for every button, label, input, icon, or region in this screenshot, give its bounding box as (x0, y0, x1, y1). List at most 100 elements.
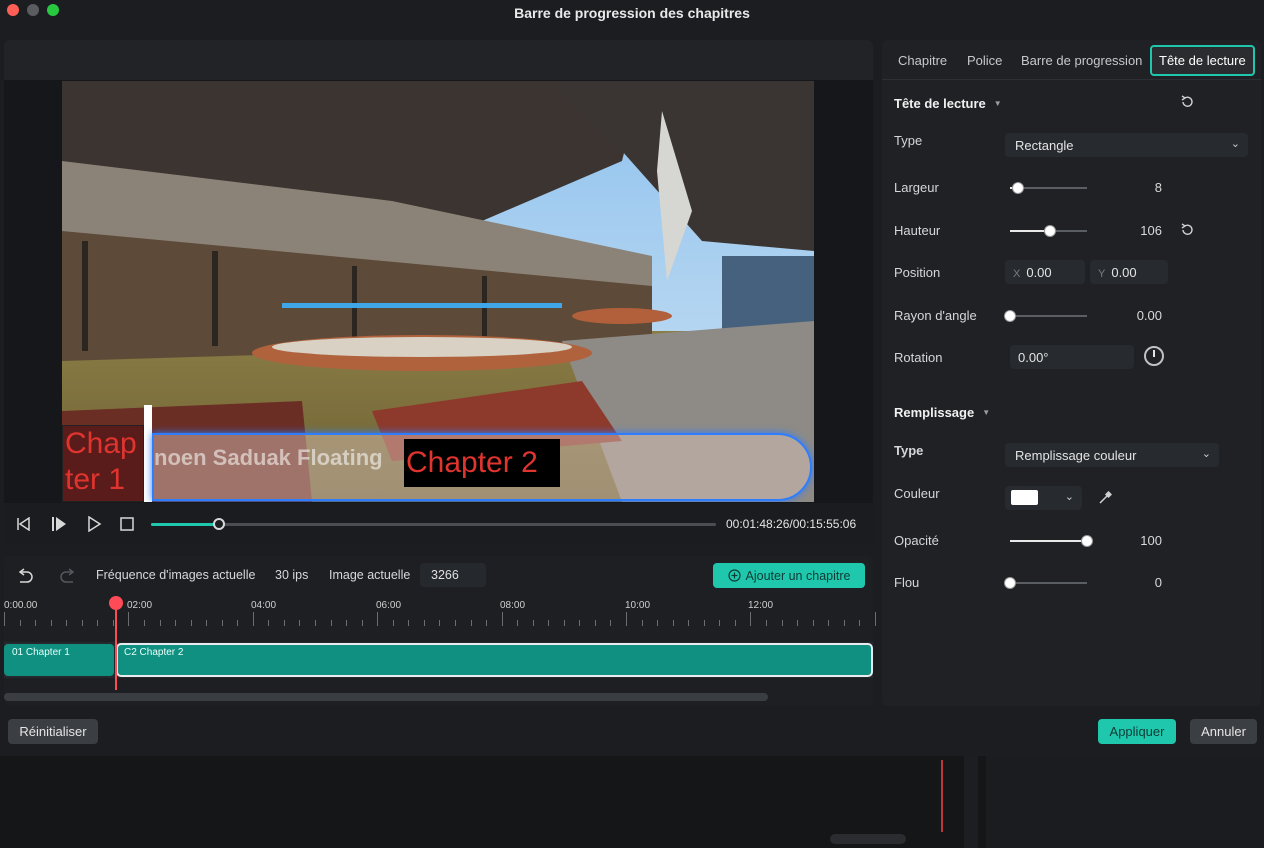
reset-icon (1181, 223, 1193, 235)
reset-playhead-section-button[interactable] (1179, 94, 1195, 110)
opacity-slider[interactable] (1010, 535, 1093, 547)
width-slider[interactable] (1010, 182, 1087, 194)
chapter-clip-selected[interactable]: C2 Chapter 2 (116, 643, 873, 677)
previous-frame-button[interactable] (14, 514, 34, 534)
play-button[interactable] (84, 514, 104, 534)
ruler-tick (486, 620, 488, 626)
opacity-slider-fill (1010, 540, 1087, 542)
tab-police[interactable]: Police (967, 53, 1002, 68)
window-title: Barre de progression des chapitres (514, 5, 750, 21)
ruler-tick (392, 620, 394, 626)
color-picker[interactable]: ⌄ (1005, 486, 1082, 510)
background-playhead-line (941, 760, 943, 832)
play-pause-button[interactable] (49, 514, 69, 534)
ruler-tick (641, 620, 643, 626)
background-properties-panel (986, 756, 1264, 848)
collapse-caret-icon: ▼ (982, 408, 991, 417)
eyedropper-button[interactable] (1097, 490, 1113, 506)
ruler-tick (50, 620, 52, 626)
timeline-playhead-handle[interactable] (109, 596, 123, 610)
tab-tete-de-lecture[interactable]: Tête de lecture (1150, 45, 1255, 76)
reset-height-button[interactable] (1179, 222, 1195, 238)
height-slider[interactable] (1010, 225, 1087, 237)
video-preview[interactable]: Chap ter 1 noen Saduak Floating Chapter … (62, 81, 814, 502)
playhead-type-select[interactable]: Rectangle ⌄ (1005, 133, 1248, 157)
timeline-ruler[interactable]: 0:00.00 02:00 04:00 06:00 08:00 10:00 12… (4, 596, 876, 636)
tab-chapitre[interactable]: Chapitre (898, 53, 947, 68)
width-slider-handle[interactable] (1011, 182, 1024, 194)
apply-button[interactable]: Appliquer (1098, 719, 1176, 744)
undo-button[interactable] (15, 566, 35, 586)
add-chapter-label: Ajouter un chapitre (745, 568, 851, 583)
color-label: Couleur (894, 486, 940, 501)
overlay-chapter-2-label: Chapter 2 (404, 439, 560, 487)
playback-progress-bar[interactable] (151, 518, 716, 530)
position-x-field[interactable]: X 0.00 (1005, 260, 1085, 284)
current-frame-field[interactable]: 3266 (420, 563, 486, 587)
fill-section-header[interactable]: Remplissage ▼ (894, 405, 990, 420)
playback-progress-fill (151, 523, 219, 526)
blur-slider[interactable] (1004, 577, 1087, 589)
timecode-display: 00:01:48:26/00:15:55:06 (726, 517, 857, 531)
eyedropper-icon (1099, 491, 1112, 504)
playback-progress-handle[interactable] (212, 518, 225, 530)
chevron-down-icon: ⌄ (1230, 138, 1240, 150)
redo-button[interactable] (58, 566, 78, 586)
ruler-tick (346, 620, 348, 626)
ruler-tick (579, 620, 581, 626)
timeline-playhead[interactable] (115, 602, 117, 690)
reset-button[interactable]: Réinitialiser (8, 719, 98, 744)
add-chapter-button[interactable]: Ajouter un chapitre (713, 563, 865, 588)
ruler-tick (315, 620, 316, 626)
undo-icon (18, 568, 33, 583)
add-circle-icon (727, 569, 741, 582)
overlay-chapter-1-text: Chap ter 1 (65, 427, 137, 496)
tab-barre-de-progression[interactable]: Barre de progression (1021, 53, 1142, 68)
ruler-label: 08:00 (500, 600, 526, 611)
fill-type-value: Remplissage couleur (1015, 448, 1137, 463)
opacity-value[interactable]: 100 (1102, 533, 1162, 548)
corner-radius-slider-handle[interactable] (1004, 310, 1016, 322)
ruler-label: 10:00 (625, 600, 651, 611)
close-window-button[interactable] (7, 4, 19, 16)
ruler-tick (859, 620, 861, 626)
redo-icon (60, 568, 75, 583)
rotation-field[interactable]: 0.00° (1010, 345, 1134, 369)
fill-type-select[interactable]: Remplissage couleur ⌄ (1005, 443, 1219, 467)
ruler-tick (97, 620, 99, 626)
rotation-dial[interactable] (1144, 346, 1164, 366)
ruler-tick (66, 620, 68, 626)
position-y-field[interactable]: Y 0.00 (1090, 260, 1168, 284)
ruler-tick (719, 620, 721, 626)
background-scroll-thumb (830, 834, 906, 844)
corner-radius-value[interactable]: 0.00 (1102, 308, 1162, 323)
minimize-window-button[interactable] (27, 4, 39, 16)
chapter-bar-overlay: Chap ter 1 noen Saduak Floating Chapter … (62, 405, 814, 502)
ruler-tick (377, 612, 379, 626)
opacity-label: Opacité (894, 533, 939, 548)
ruler-tick (828, 620, 830, 626)
stop-button[interactable] (117, 514, 137, 534)
height-slider-handle[interactable] (1044, 225, 1057, 237)
timeline-horizontal-scrollbar[interactable] (4, 693, 768, 701)
blur-slider-handle[interactable] (1004, 577, 1016, 589)
corner-radius-slider[interactable] (1004, 310, 1087, 322)
cancel-button[interactable]: Annuler (1190, 719, 1257, 744)
height-value[interactable]: 106 (1102, 223, 1162, 238)
width-value[interactable]: 8 (1102, 180, 1162, 195)
ruler-tick (4, 612, 5, 626)
zoom-window-button[interactable] (47, 4, 59, 16)
ruler-tick (423, 620, 425, 626)
blur-value[interactable]: 0 (1102, 575, 1162, 590)
reset-icon (1181, 95, 1193, 107)
ruler-tick (143, 620, 145, 626)
chapter-clip-label: 01 Chapter 1 (12, 647, 70, 658)
properties-tabs: Chapitre Police Barre de progression Têt… (882, 40, 1261, 80)
opacity-slider-handle[interactable] (1081, 535, 1093, 547)
ruler-tick (299, 620, 301, 626)
chapter-clip[interactable]: 01 Chapter 1 (4, 644, 114, 676)
playhead-section-title: Tête de lecture (894, 96, 986, 111)
playhead-section-header[interactable]: Tête de lecture ▼ (894, 96, 1002, 111)
ruler-label: 02:00 (127, 600, 153, 611)
ruler-tick (128, 612, 130, 626)
